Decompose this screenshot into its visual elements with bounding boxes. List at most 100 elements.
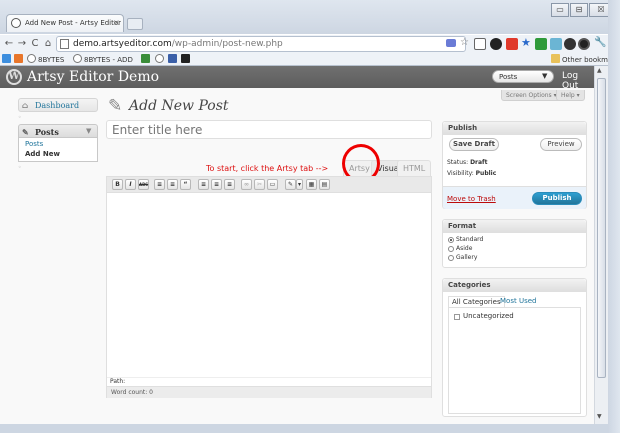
visibility-value: Public (475, 170, 497, 177)
help-button[interactable]: Help ▾ (556, 90, 585, 101)
blockquote-button[interactable]: “ (180, 179, 191, 190)
star-bookmark-icon[interactable]: ★ (521, 37, 533, 49)
extension-icon[interactable] (535, 38, 547, 50)
bookmark-label: 8BYTES (38, 56, 65, 64)
extension-icon[interactable] (490, 38, 502, 50)
bookmark-app-icon[interactable] (141, 54, 152, 64)
home-icon[interactable]: ⌂ (41, 37, 55, 51)
star-icon[interactable]: ☆ (460, 37, 472, 49)
fullscreen-button[interactable]: ▦ (306, 179, 317, 190)
category-list: Uncategorized (448, 307, 581, 414)
link-button[interactable]: ∞ (241, 179, 252, 190)
url-host: demo.artsyeditor.com (73, 39, 172, 49)
favorites-value: Posts (499, 73, 518, 81)
bookmark-8bytes-add[interactable]: 8BYTES - ADD (73, 54, 133, 64)
tab-most-used[interactable]: Most Used (500, 296, 536, 307)
bookmark-app-icon[interactable] (168, 54, 179, 64)
post-editor: B I ABC ≡ ≡ “ ≡ ≡ ≡ ∞ ✂ ▭ ✎ ▾ ▦ ▤ Path: … (106, 176, 432, 398)
browser-titlebar: Add New Post - Artsy Editor × ▭ ⊟ ☒ (0, 0, 620, 34)
new-tab-button[interactable] (127, 18, 143, 30)
menu-dashboard[interactable]: ⌂ Dashboard (18, 98, 98, 112)
submenu-add-new[interactable]: Add New (25, 150, 60, 158)
posts-pin-icon: ✎ (22, 127, 29, 137)
posts-submenu: Posts Add New (18, 138, 98, 162)
tab-close-icon[interactable]: × (113, 18, 120, 27)
categories-box-title[interactable]: Categories (443, 279, 586, 292)
save-draft-button[interactable]: Save Draft (449, 138, 499, 151)
gmail-icon[interactable] (474, 38, 486, 50)
word-count: Word count: 0 (107, 386, 431, 398)
favorites-dropdown[interactable]: Posts ▼ (492, 70, 554, 83)
format-box-title[interactable]: Format (443, 220, 586, 233)
menu-posts-label: Posts (35, 127, 59, 137)
bookmark-8bytes[interactable]: 8BYTES (27, 54, 64, 64)
address-bar[interactable]: demo.artsyeditor.com/wp-admin/post-new.p… (56, 36, 466, 52)
scrollbar-thumb[interactable] (597, 78, 606, 378)
format-standard-radio[interactable] (448, 237, 454, 243)
format-aside-label: Aside (456, 245, 473, 252)
bold-button[interactable]: B (112, 179, 123, 190)
post-title-input[interactable] (106, 120, 432, 139)
strikethrough-button[interactable]: ABC (138, 179, 149, 190)
extension-icon[interactable] (550, 38, 562, 50)
scroll-down-icon[interactable]: ▼ (597, 413, 602, 420)
align-center-button[interactable]: ≡ (211, 179, 222, 190)
reload-icon[interactable]: C (28, 37, 42, 51)
move-to-trash-link[interactable]: Move to Trash (447, 195, 496, 203)
tab-html[interactable]: HTML (397, 160, 432, 177)
scroll-up-icon[interactable]: ▲ (597, 67, 602, 74)
status-value: Draft (470, 159, 488, 166)
bookmark-label: 8BYTES - ADD (84, 56, 133, 64)
browser-window: Add New Post - Artsy Editor × ▭ ⊟ ☒ ← → … (0, 0, 620, 433)
submenu-posts[interactable]: Posts (25, 140, 43, 148)
menu-toggle-icon[interactable]: ▼ (86, 127, 91, 135)
page-title: Add New Post (129, 98, 229, 114)
menu-dashboard-label: Dashboard (35, 101, 80, 110)
extension-icon[interactable] (506, 38, 518, 50)
publish-button[interactable]: Publish (532, 192, 582, 205)
format-aside-radio[interactable] (448, 246, 454, 252)
browser-tab[interactable]: Add New Post - Artsy Editor × (6, 14, 124, 32)
forward-icon[interactable]: → (15, 37, 29, 51)
bookmark-app-icon[interactable] (14, 54, 25, 64)
spellcheck-dropdown[interactable]: ▾ (296, 179, 303, 190)
format-box: Format Standard Aside Gallery (442, 219, 587, 268)
italic-button[interactable]: I (125, 179, 136, 190)
publish-box: Publish Save Draft Preview Status: Draft… (442, 121, 587, 209)
bullet-list-button[interactable]: ≡ (154, 179, 165, 190)
categories-box: Categories All Categories Most Used Unca… (442, 278, 587, 417)
more-tag-button[interactable]: ▭ (267, 179, 278, 190)
extension-icon[interactable] (578, 38, 590, 50)
tab-all-categories[interactable]: All Categories (448, 296, 505, 307)
publish-box-title[interactable]: Publish (443, 122, 586, 135)
kitchen-sink-button[interactable]: ▤ (319, 179, 330, 190)
bookmark-app-icon[interactable] (2, 54, 13, 64)
status-line: Status: Draft (447, 159, 488, 166)
category-checkbox[interactable] (454, 314, 460, 320)
align-left-button[interactable]: ≡ (198, 179, 209, 190)
wordpress-logo-icon: W (6, 69, 22, 85)
bookmark-app-icon[interactable] (155, 54, 166, 64)
back-icon[interactable]: ← (2, 37, 16, 51)
menu-posts[interactable]: ✎ Posts ▼ (18, 124, 98, 138)
vertical-scrollbar[interactable]: ▲ ▼ (594, 66, 608, 424)
spellcheck-button[interactable]: ✎ (285, 179, 296, 190)
align-right-button[interactable]: ≡ (224, 179, 235, 190)
editor-content-area[interactable] (107, 194, 431, 377)
edit-post-icon: ✎ (108, 96, 123, 116)
screen-options-button[interactable]: Screen Options ▾ (501, 90, 562, 101)
site-title[interactable]: Artsy Editor Demo (27, 69, 159, 85)
rss-icon[interactable] (446, 39, 456, 47)
visibility-label: Visibility: (447, 170, 474, 177)
bookmark-app-icon[interactable] (181, 54, 192, 64)
publish-actions: Move to Trash Publish (443, 186, 586, 209)
maximize-button[interactable]: ⊟ (570, 3, 588, 17)
format-gallery-radio[interactable] (448, 255, 454, 261)
numbered-list-button[interactable]: ≡ (167, 179, 178, 190)
wrench-icon[interactable]: 🔧 (594, 37, 606, 49)
preview-button[interactable]: Preview (540, 138, 582, 151)
minimize-button[interactable]: ▭ (551, 3, 569, 17)
wp-admin-header: W Artsy Editor Demo Posts ▼ Log Out (0, 66, 594, 91)
extension-icon[interactable] (564, 38, 576, 50)
unlink-button[interactable]: ✂ (254, 179, 265, 190)
